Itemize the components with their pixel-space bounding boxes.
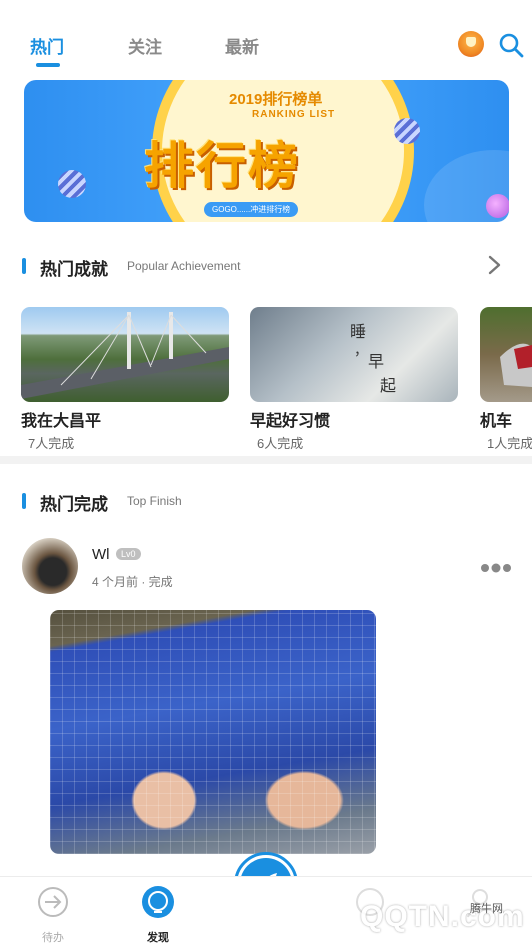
tile-texture <box>50 610 376 854</box>
top-tab-bar: 热门 关注 最新 <box>0 0 532 76</box>
section-subtitle: Popular Achievement <box>127 259 241 273</box>
nav-label: 待办 <box>42 932 64 944</box>
tab-latest[interactable]: 最新 <box>225 33 259 58</box>
more-options-icon[interactable] <box>480 563 512 573</box>
achievement-card[interactable]: 睡 ， 早 起 早起好习惯 6人完成 <box>250 307 458 451</box>
card-count: 7人完成 <box>28 436 75 451</box>
card-count: 6人完成 <box>257 436 304 451</box>
achievement-card[interactable]: 机车 1人完成 <box>480 307 532 451</box>
nav-label: 发现 <box>147 932 169 944</box>
ranking-banner[interactable]: 2019排行榜单 RANKING LIST 排行榜 GOGO......冲进排行… <box>24 80 509 222</box>
ball-decoration <box>486 194 509 218</box>
post-meta: 4 个月前 · 完成 <box>92 575 173 589</box>
banner-subtitle: RANKING LIST <box>252 109 336 120</box>
section-divider <box>0 456 532 464</box>
banner-main-text: 排行榜 <box>144 138 300 194</box>
section-title: 热门成就 <box>40 260 108 279</box>
striped-ball-decoration <box>394 118 420 144</box>
svg-text:起: 起 <box>380 376 396 395</box>
section-marker <box>22 258 26 274</box>
striped-ball-decoration <box>58 170 86 198</box>
section-subtitle: Top Finish <box>127 494 182 508</box>
card-title: 机车 <box>480 413 513 430</box>
svg-text:睡: 睡 <box>350 322 366 341</box>
post-username[interactable]: Wl <box>92 546 110 563</box>
handwriting-photo: 睡 ， 早 起 <box>250 307 458 402</box>
trophy-icon[interactable] <box>458 31 484 57</box>
card-title: 我在大昌平 <box>21 413 102 430</box>
banner-footer: GOGO......冲进排行榜 <box>204 202 299 217</box>
nav-item-todo[interactable]: 待办 <box>23 885 83 945</box>
popular-achievement-header: 热门成就 Popular Achievement <box>0 252 532 282</box>
svg-text:早: 早 <box>368 352 384 371</box>
top-finish-header: 热门完成 Top Finish <box>0 487 532 517</box>
site-watermark-small: 腾牛网 <box>470 903 503 915</box>
avatar[interactable] <box>22 538 78 594</box>
section-marker <box>22 493 26 509</box>
tab-follow[interactable]: 关注 <box>128 33 162 58</box>
tab-hot[interactable]: 热门 <box>30 33 64 58</box>
motorcycle-photo <box>480 307 532 402</box>
section-title: 热门完成 <box>40 495 108 514</box>
card-title: 早起好习惯 <box>250 413 331 430</box>
level-badge: Lv0 <box>116 548 141 560</box>
post-photo[interactable] <box>50 610 376 854</box>
active-tab-indicator <box>36 63 60 67</box>
todo-arrow-icon <box>38 887 68 917</box>
banner-year-title: 2019排行榜单 <box>229 91 323 108</box>
search-icon[interactable] <box>498 32 524 58</box>
bridge-photo <box>21 307 229 402</box>
nav-item-discover[interactable]: 发现 <box>128 885 188 945</box>
chevron-right-icon[interactable] <box>486 254 504 276</box>
card-count: 1人完成 <box>487 436 532 451</box>
svg-text:，: ， <box>354 343 368 359</box>
discover-bubble-icon <box>142 886 174 918</box>
achievement-card[interactable]: 我在大昌平 7人完成 <box>21 307 229 451</box>
